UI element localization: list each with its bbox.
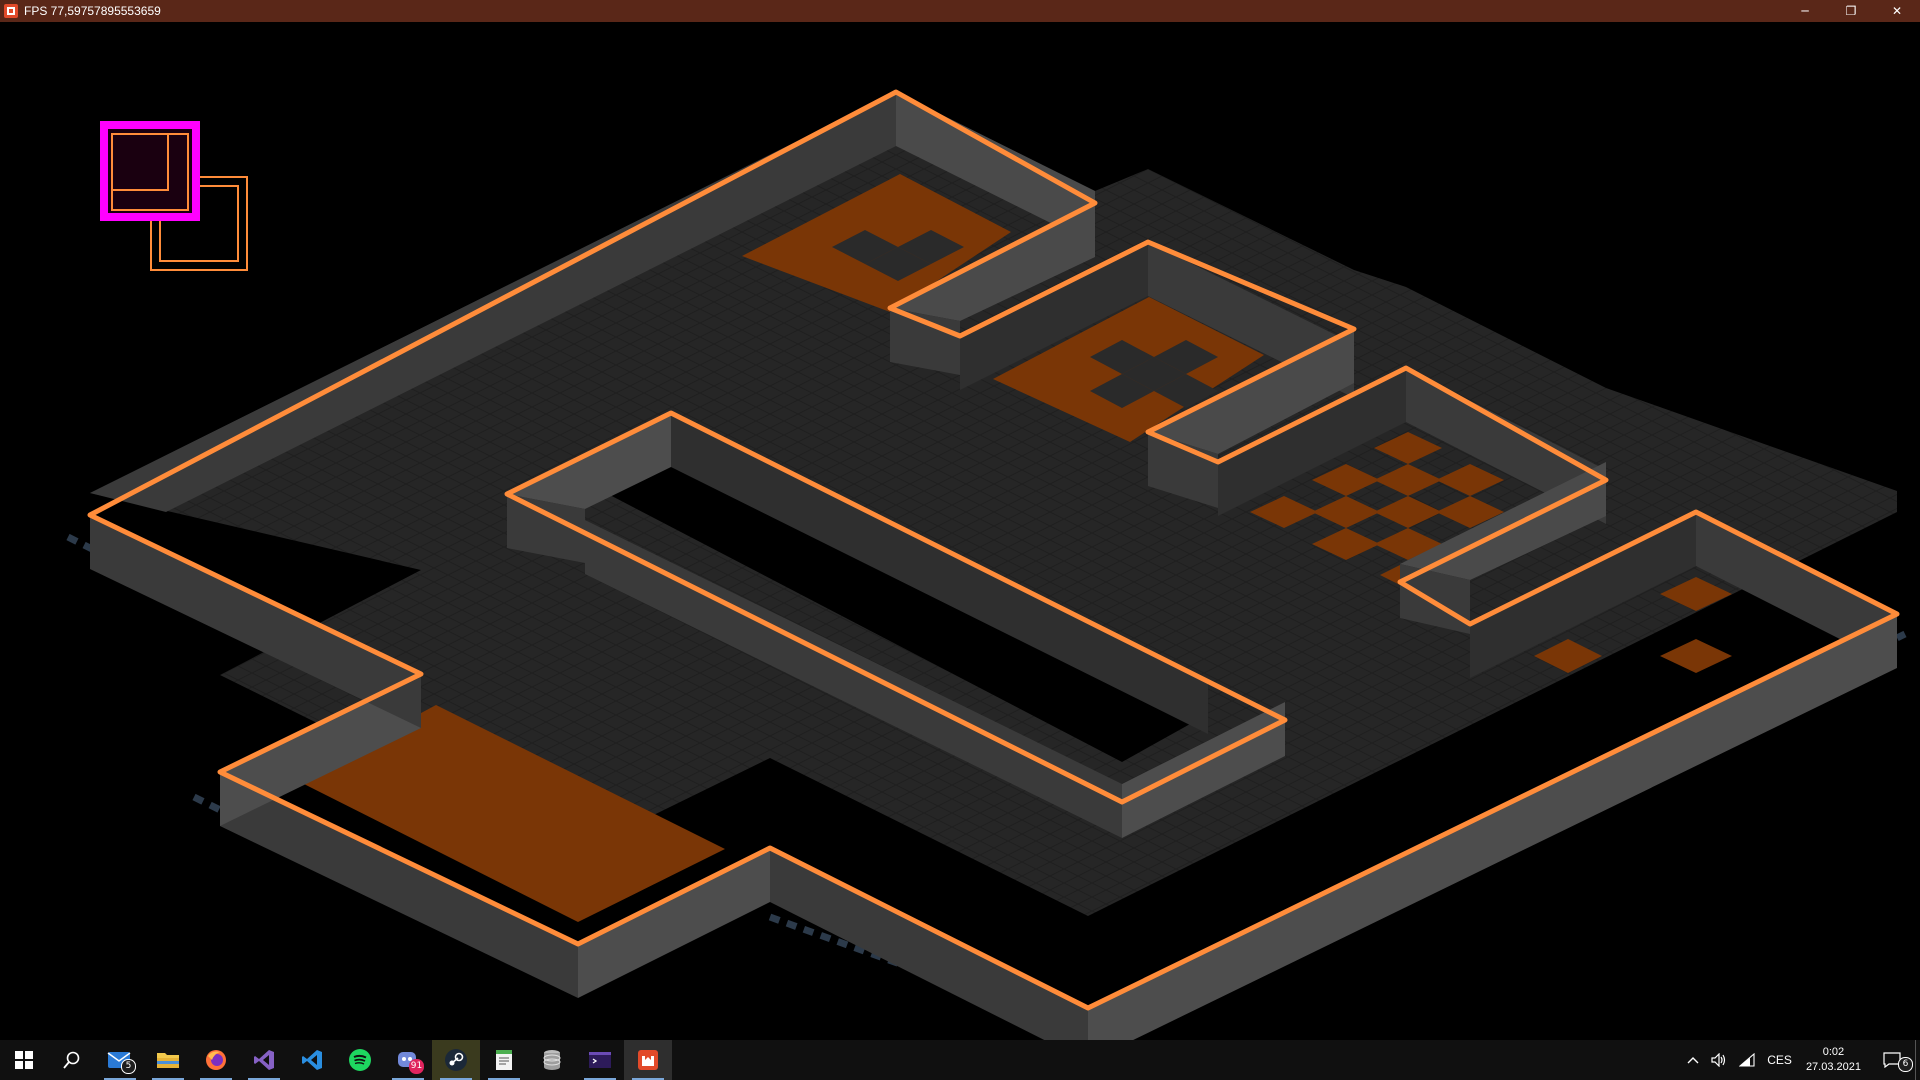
steam-icon xyxy=(445,1049,467,1071)
firefox-icon xyxy=(206,1050,226,1070)
minimize-button[interactable]: ─ xyxy=(1782,0,1828,22)
window-titlebar[interactable]: FPS 77,59757895553659 ─ ❐ ✕ xyxy=(0,0,1920,22)
close-button[interactable]: ✕ xyxy=(1874,0,1920,22)
speaker-icon xyxy=(1711,1053,1726,1067)
taskbar: 5 91 CES 0:02 27.03.2021 6 xyxy=(0,1040,1920,1080)
firefox-app[interactable] xyxy=(192,1040,240,1080)
window-title: FPS 77,59757895553659 xyxy=(24,4,161,18)
discord-app[interactable]: 91 xyxy=(384,1040,432,1080)
file-explorer-app[interactable] xyxy=(144,1040,192,1080)
terminal-app[interactable] xyxy=(576,1040,624,1080)
folder-icon xyxy=(157,1053,179,1068)
vscode-icon xyxy=(302,1050,322,1070)
vscode-app[interactable] xyxy=(288,1040,336,1080)
spotify-icon xyxy=(349,1049,371,1071)
monogame-app[interactable] xyxy=(624,1040,672,1080)
mail-badge: 5 xyxy=(121,1059,136,1074)
search-icon xyxy=(63,1051,80,1069)
notepad-app[interactable] xyxy=(480,1040,528,1080)
show-desktop-button[interactable] xyxy=(1915,1040,1920,1080)
volume-button[interactable] xyxy=(1705,1040,1733,1080)
notification-count: 6 xyxy=(1898,1057,1913,1072)
steam-app[interactable] xyxy=(432,1040,480,1080)
start-button[interactable] xyxy=(0,1040,48,1080)
monogame-icon xyxy=(4,4,18,18)
spotify-app[interactable] xyxy=(336,1040,384,1080)
network-button[interactable] xyxy=(1733,1040,1761,1080)
search-button[interactable] xyxy=(48,1040,96,1080)
monogame-icon xyxy=(638,1050,658,1070)
terminal-icon xyxy=(589,1052,611,1068)
discord-badge: 91 xyxy=(409,1059,424,1074)
clock[interactable]: 0:02 27.03.2021 xyxy=(1798,1040,1869,1080)
restore-button[interactable]: ❐ xyxy=(1828,0,1874,22)
visual-studio-icon xyxy=(254,1050,274,1070)
system-tray: CES 0:02 27.03.2021 6 xyxy=(1681,1040,1920,1080)
database-app[interactable] xyxy=(528,1040,576,1080)
selector-overlay xyxy=(100,121,248,271)
wifi-icon xyxy=(1739,1053,1755,1067)
input-language[interactable]: CES xyxy=(1761,1040,1798,1080)
window-controls: ─ ❐ ✕ xyxy=(1782,0,1920,22)
show-hidden-icons-button[interactable] xyxy=(1681,1040,1705,1080)
chevron-up-icon xyxy=(1687,1057,1699,1064)
clock-date: 27.03.2021 xyxy=(1805,1061,1861,1073)
clock-time: 0:02 xyxy=(1822,1046,1845,1058)
mail-app[interactable]: 5 xyxy=(96,1040,144,1080)
database-icon xyxy=(543,1050,561,1070)
isometric-level[interactable] xyxy=(0,22,1920,1062)
visual-studio-app[interactable] xyxy=(240,1040,288,1080)
action-center-button[interactable]: 6 xyxy=(1869,1040,1915,1080)
notepad-icon xyxy=(496,1050,512,1070)
game-viewport[interactable] xyxy=(0,22,1920,1062)
windows-icon xyxy=(15,1051,33,1069)
